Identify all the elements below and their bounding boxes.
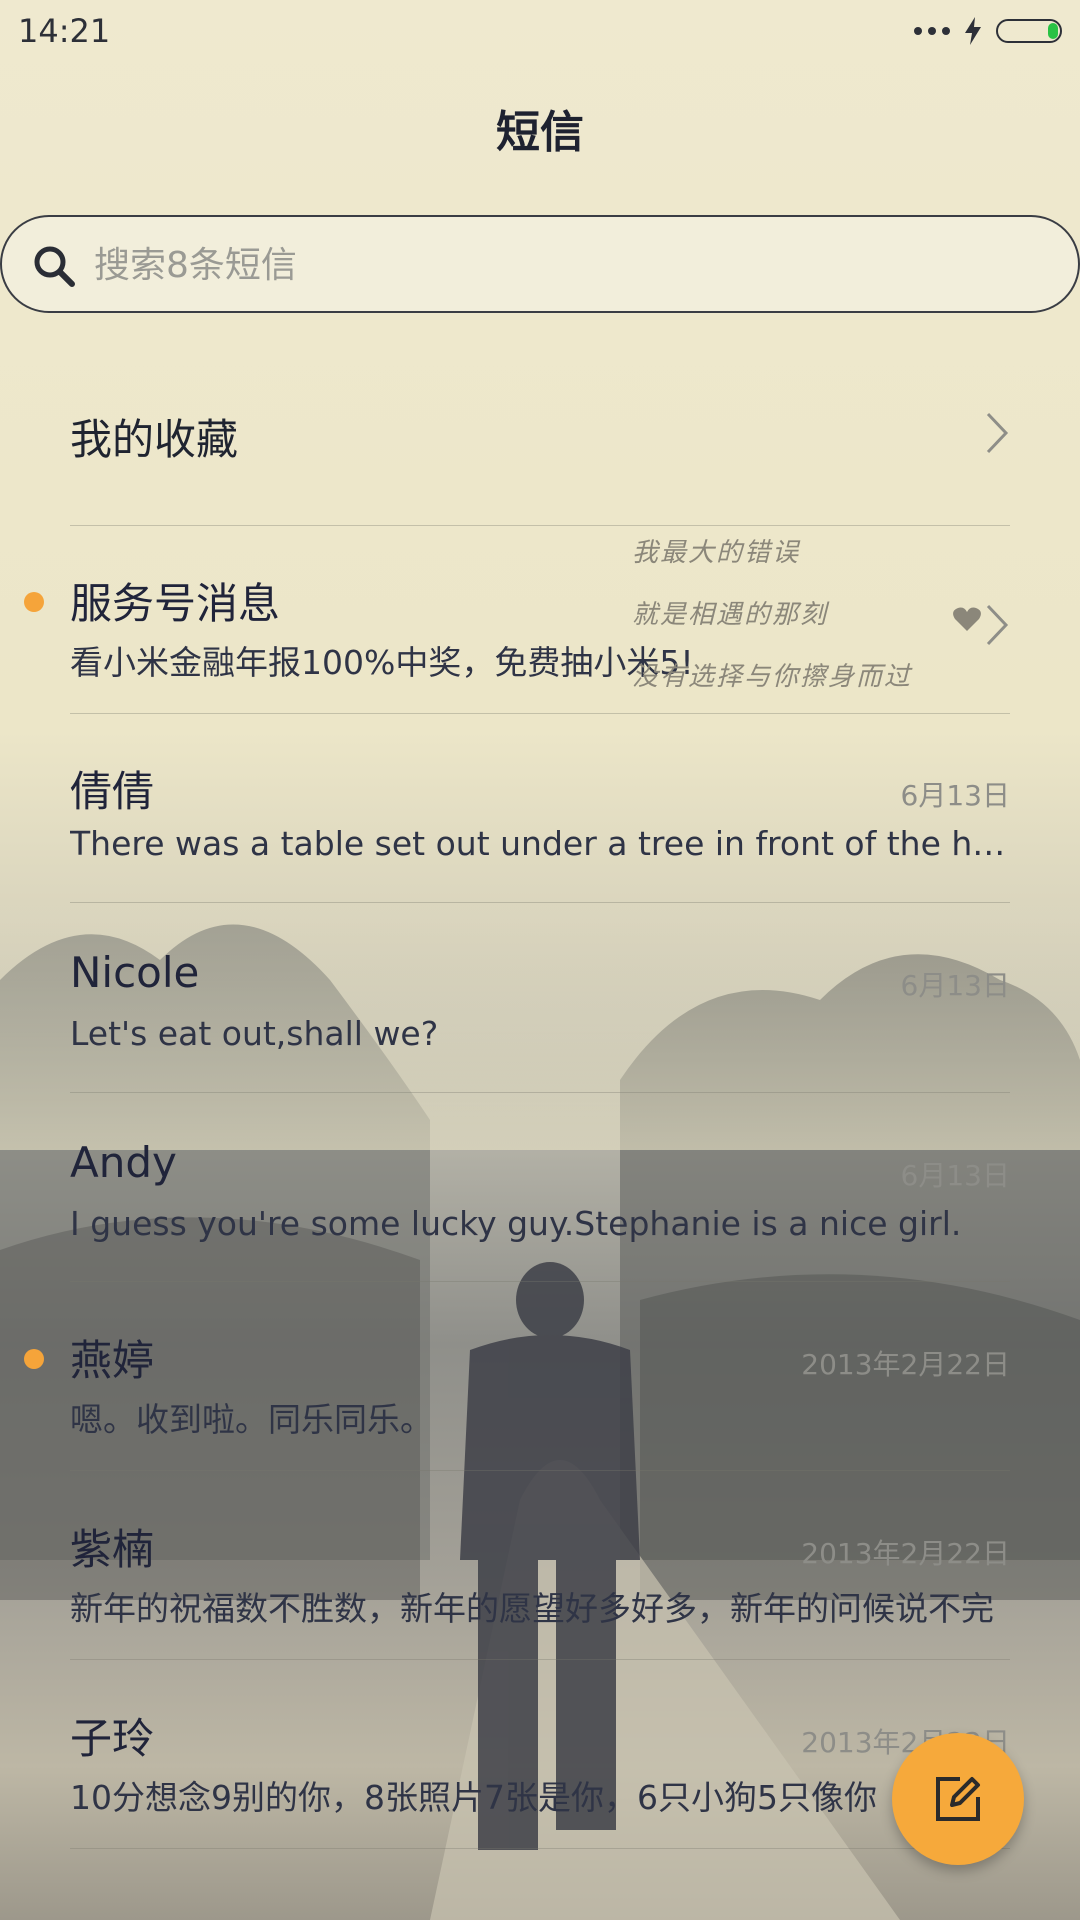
compose-button[interactable] [892, 1733, 1024, 1865]
unread-dot [24, 592, 44, 612]
divider [70, 1281, 1010, 1282]
divider [70, 1848, 1010, 1849]
divider [70, 713, 1010, 714]
search-bar[interactable] [0, 215, 1080, 313]
divider [70, 902, 1010, 903]
favorites-row[interactable]: 我的收藏 [70, 370, 1010, 490]
conversation-andy[interactable]: Andy 6月13日 I guess you're some lucky guy… [70, 1138, 1010, 1288]
conversation-qianqian[interactable]: 倩倩 6月13日 There was a table set out under… [70, 758, 1010, 908]
conversation-date: 2013年2月22日 [801, 1537, 1010, 1570]
conversation-date: 6月13日 [900, 969, 1010, 1002]
conversation-name: 倩倩 [70, 767, 155, 816]
conversation-preview: 嗯。收到啦。同乐同乐。 [70, 1400, 433, 1439]
conversation-date: 2013年2月22日 [801, 1348, 1010, 1381]
heart-icon [953, 607, 981, 631]
unread-dot [24, 1349, 44, 1369]
poem-line: 我最大的错误 [632, 538, 801, 568]
conversation-zinan[interactable]: 紫楠 2013年2月22日 新年的祝福数不胜数，新年的愿望好多好多，新年的问候说… [70, 1516, 1010, 1666]
conversation-name: 服务号消息 [70, 579, 281, 628]
conversation-yanting[interactable]: 燕婷 2013年2月22日 嗯。收到啦。同乐同乐。 [24, 1327, 1010, 1477]
battery-icon [996, 19, 1062, 43]
conversation-preview: There was a table set out under a tree i… [70, 824, 1010, 863]
conversation-name: 燕婷 [70, 1336, 155, 1385]
conversation-ziling[interactable]: 子玲 2013年2月22日 10分想念9别的你，8张照片7张是你，6只小狗5只像… [70, 1705, 1010, 1855]
status-time: 14:21 [18, 12, 111, 50]
conversation-nicole[interactable]: Nicole 6月13日 Let's eat out,shall we? [70, 948, 1010, 1098]
conversation-preview: I guess you're some lucky guy.Stephanie … [70, 1204, 962, 1243]
compose-icon [936, 1777, 980, 1821]
poem-line: 没有选择与你擦身而过 [632, 662, 913, 692]
conversation-preview: 10分想念9别的你，8张照片7张是你，6只小狗5只像你 [70, 1778, 877, 1817]
conversation-name: 子玲 [70, 1714, 155, 1763]
conversation-name: Andy [70, 1138, 177, 1187]
chevron-right-icon [986, 412, 1009, 454]
favorites-label: 我的收藏 [70, 415, 239, 464]
search-icon [34, 246, 75, 287]
poem-line: 就是相遇的那刻 [632, 600, 829, 630]
divider [70, 1092, 1010, 1093]
wallpaper-poem: 我最大的错误 就是相遇的那刻 没有选择与你擦身而过 [632, 522, 912, 708]
more-notifications-icon [914, 27, 950, 35]
status-icons [914, 16, 1062, 46]
conversation-preview: Let's eat out,shall we? [70, 1014, 439, 1053]
search-input[interactable] [92, 217, 996, 313]
conversation-date: 6月13日 [900, 779, 1010, 812]
conversation-preview: 新年的祝福数不胜数，新年的愿望好多好多，新年的问候说不完 [70, 1589, 994, 1628]
divider [70, 1470, 1010, 1471]
conversation-name: 紫楠 [70, 1525, 155, 1574]
conversation-name: Nicole [70, 948, 200, 997]
page-title: 短信 [496, 107, 584, 158]
conversation-date: 6月13日 [900, 1159, 1010, 1192]
status-bar: 14:21 [0, 0, 1080, 62]
charging-icon [965, 17, 981, 45]
divider [70, 1659, 1010, 1660]
chevron-right-icon [986, 604, 1009, 646]
